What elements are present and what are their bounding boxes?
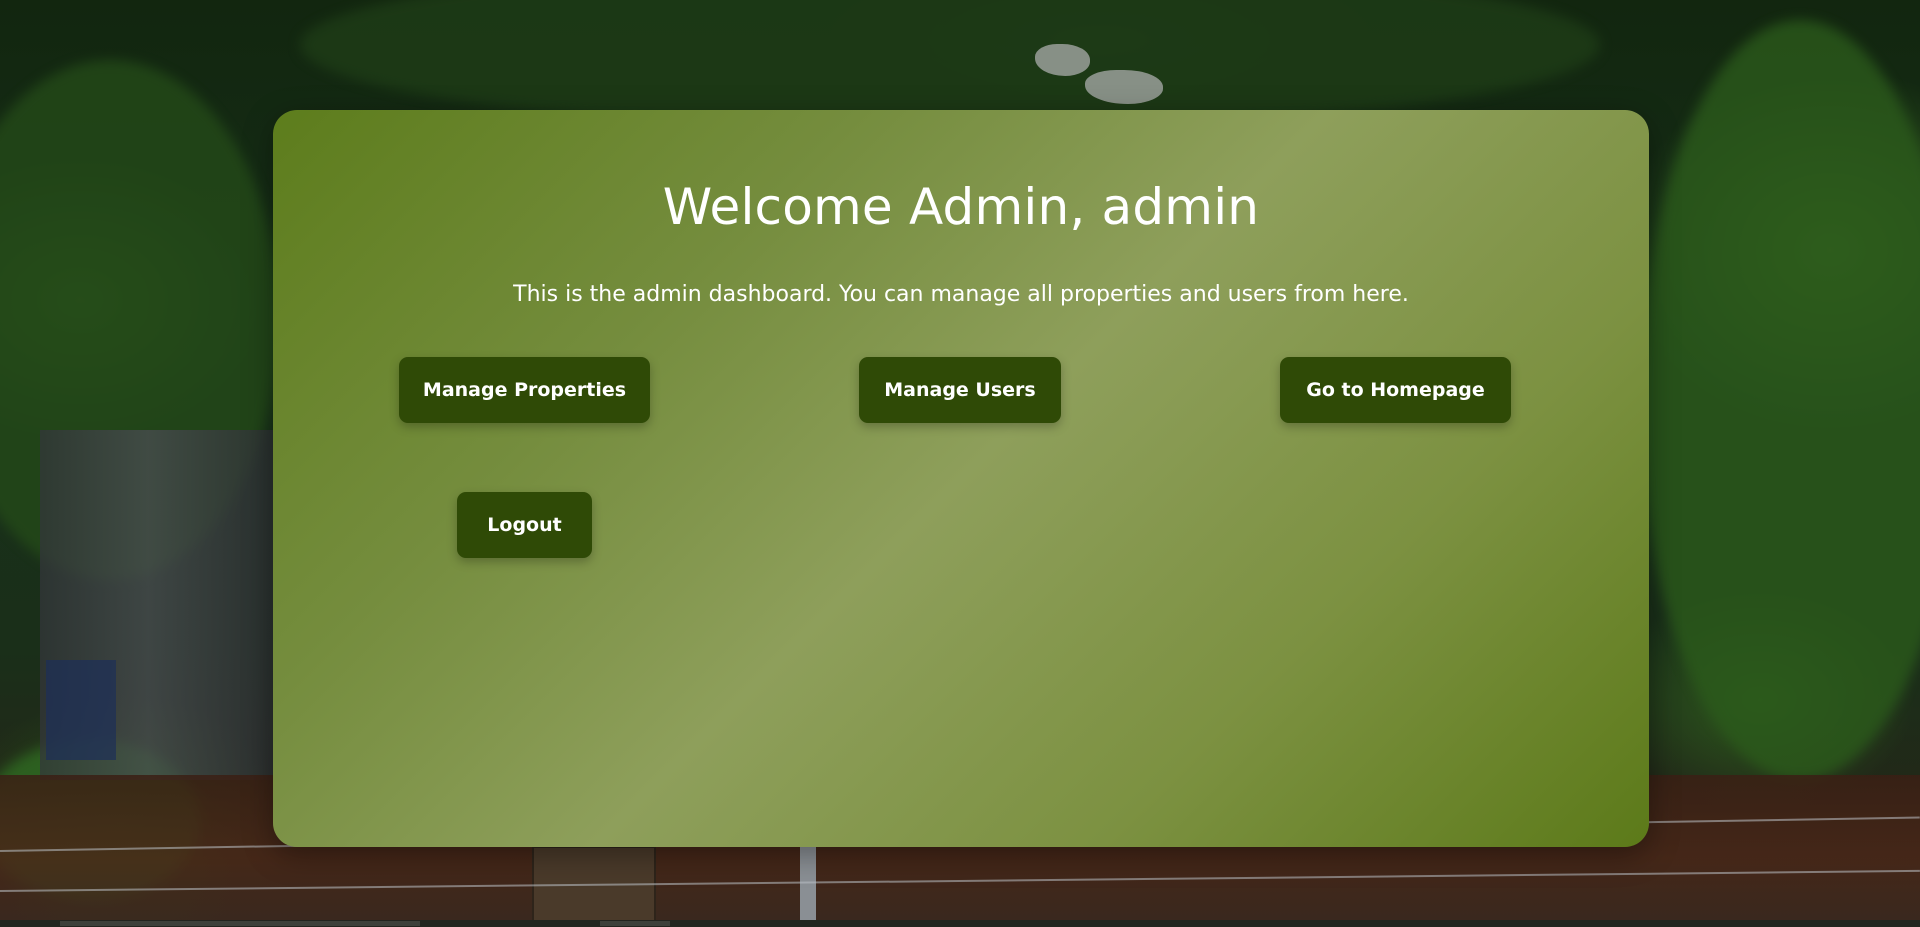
manage-users-button[interactable]: Manage Users	[859, 357, 1061, 423]
bottom-bar	[0, 920, 1920, 927]
page-title: Welcome Admin, admin	[662, 178, 1260, 236]
foliage-right	[1640, 20, 1920, 780]
admin-dashboard-card: Welcome Admin, admin This is the admin d…	[273, 110, 1649, 847]
page-subtitle: This is the admin dashboard. You can man…	[513, 282, 1409, 307]
background-sign	[532, 846, 656, 927]
background-window	[46, 660, 116, 760]
bottom-bar-segment	[60, 921, 420, 926]
manage-properties-button[interactable]: Manage Properties	[399, 357, 650, 423]
logout-button[interactable]: Logout	[457, 492, 592, 558]
go-to-homepage-button[interactable]: Go to Homepage	[1280, 357, 1511, 423]
bottom-bar-segment	[600, 921, 670, 926]
background-fence-post	[800, 845, 816, 927]
